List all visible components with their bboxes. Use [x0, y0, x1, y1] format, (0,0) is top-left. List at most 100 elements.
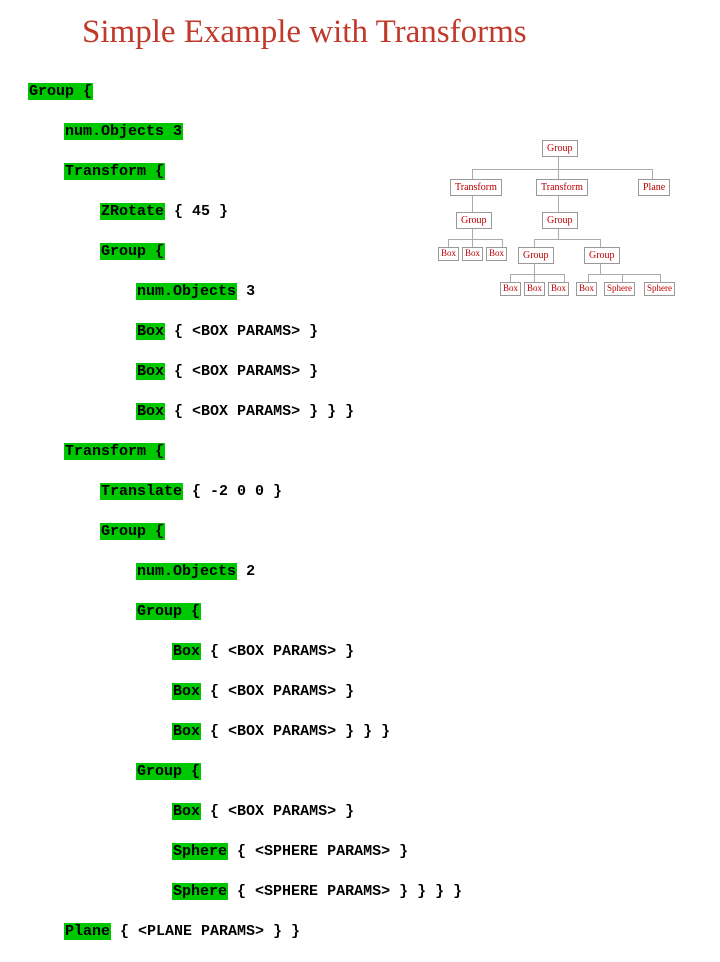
diagram-node-transform: Transform	[536, 179, 588, 196]
hl-keyword: ZRotate	[100, 203, 165, 220]
diagram-edge	[588, 274, 589, 282]
hl-keyword: Plane	[64, 923, 111, 940]
diagram-node-box: Box	[576, 282, 597, 296]
code-line: Box { <BOX PARAMS> }	[28, 362, 462, 382]
code-line: Box { <BOX PARAMS> }	[28, 642, 462, 662]
diagram-edge	[564, 274, 565, 282]
diagram-edge	[448, 239, 449, 247]
diagram-edge	[448, 239, 502, 240]
code-block: Group { num.Objects 3 Transform { ZRotat…	[28, 62, 462, 962]
code-rest: { <PLANE PARAMS> } }	[111, 923, 300, 940]
diagram-edge	[652, 169, 653, 179]
hl-keyword: Group {	[136, 603, 201, 620]
code-line: Translate { -2 0 0 }	[28, 482, 462, 502]
code-line: Group {	[28, 522, 462, 542]
diagram-node-group: Group	[542, 212, 578, 229]
code-line: Group {	[28, 242, 462, 262]
diagram-edge	[558, 169, 559, 179]
code-rest: { <SPHERE PARAMS> }	[228, 843, 408, 860]
scene-graph-diagram: Group Transform Transform Plane Group Gr…	[442, 140, 692, 355]
diagram-node-plane: Plane	[638, 179, 670, 196]
hl-keyword: Group {	[100, 243, 165, 260]
hl-keyword: Group {	[136, 763, 201, 780]
hl-keyword: num.Objects 3	[64, 123, 183, 140]
code-line: num.Objects 2	[28, 562, 462, 582]
hl-keyword: Box	[172, 643, 201, 660]
hl-keyword: Box	[172, 683, 201, 700]
code-line: Box { <BOX PARAMS> }	[28, 322, 462, 342]
diagram-edge	[472, 229, 473, 239]
code-line: Box { <BOX PARAMS> }	[28, 682, 462, 702]
code-line: Plane { <PLANE PARAMS> } }	[28, 922, 462, 942]
hl-keyword: Box	[172, 803, 201, 820]
code-line: num.Objects 3	[28, 282, 462, 302]
hl-keyword: Box	[172, 723, 201, 740]
code-line: Box { <BOX PARAMS> } } }	[28, 722, 462, 742]
diagram-node-box: Box	[524, 282, 545, 296]
diagram-node-box: Box	[486, 247, 507, 261]
diagram-edge	[510, 274, 511, 282]
code-rest: { <BOX PARAMS> }	[165, 363, 318, 380]
diagram-edge	[472, 239, 473, 247]
diagram-node-group: Group	[542, 140, 578, 157]
code-rest: 3	[237, 283, 255, 300]
diagram-node-box: Box	[438, 247, 459, 261]
diagram-edge	[600, 264, 601, 274]
diagram-node-box: Box	[548, 282, 569, 296]
diagram-edge	[622, 274, 623, 282]
code-rest: { <BOX PARAMS> }	[201, 683, 354, 700]
diagram-edge	[558, 157, 559, 169]
hl-keyword: Sphere	[172, 843, 228, 860]
hl-keyword: num.Objects	[136, 563, 237, 580]
slide-title: Simple Example with Transforms	[82, 14, 527, 51]
code-rest: { <BOX PARAMS> }	[201, 643, 354, 660]
hl-keyword: Translate	[100, 483, 183, 500]
code-rest: { <BOX PARAMS> }	[165, 323, 318, 340]
code-line: num.Objects 3	[28, 122, 462, 142]
diagram-node-sphere: Sphere	[644, 282, 675, 296]
diagram-edge	[534, 239, 600, 240]
diagram-node-group: Group	[518, 247, 554, 264]
code-line: Group {	[28, 602, 462, 622]
diagram-edge	[558, 229, 559, 239]
hl-keyword: Group {	[28, 83, 93, 100]
code-line: Group {	[28, 82, 462, 102]
code-rest: { -2 0 0 }	[183, 483, 282, 500]
code-line: Transform {	[28, 162, 462, 182]
diagram-edge	[534, 239, 535, 247]
hl-keyword: Group {	[100, 523, 165, 540]
code-rest: { <SPHERE PARAMS> } } } }	[228, 883, 462, 900]
code-line: Box { <BOX PARAMS> }	[28, 802, 462, 822]
code-line: Sphere { <SPHERE PARAMS> }	[28, 842, 462, 862]
code-rest: { <BOX PARAMS> } } }	[165, 403, 354, 420]
code-line: Transform {	[28, 442, 462, 462]
diagram-node-sphere: Sphere	[604, 282, 635, 296]
diagram-edge	[534, 264, 535, 274]
hl-keyword: Transform {	[64, 163, 165, 180]
diagram-node-box: Box	[462, 247, 483, 261]
code-rest: { 45 }	[165, 203, 228, 220]
code-line: Box { <BOX PARAMS> } } }	[28, 402, 462, 422]
diagram-edge	[502, 239, 503, 247]
diagram-edge	[588, 274, 660, 275]
diagram-node-group: Group	[584, 247, 620, 264]
code-rest: { <BOX PARAMS> }	[201, 803, 354, 820]
diagram-edge	[600, 239, 601, 247]
hl-keyword: Box	[136, 363, 165, 380]
diagram-edge	[472, 169, 473, 179]
diagram-node-transform: Transform	[450, 179, 502, 196]
hl-keyword: num.Objects	[136, 283, 237, 300]
diagram-node-group: Group	[456, 212, 492, 229]
diagram-edge	[510, 274, 564, 275]
diagram-edge	[660, 274, 661, 282]
hl-keyword: Box	[136, 323, 165, 340]
hl-keyword: Sphere	[172, 883, 228, 900]
code-line: Group {	[28, 762, 462, 782]
code-line: Sphere { <SPHERE PARAMS> } } } }	[28, 882, 462, 902]
diagram-edge	[472, 196, 473, 212]
code-line: ZRotate { 45 }	[28, 202, 462, 222]
diagram-edge	[472, 169, 652, 170]
code-rest: { <BOX PARAMS> } } }	[201, 723, 390, 740]
diagram-edge	[558, 196, 559, 212]
hl-keyword: Transform {	[64, 443, 165, 460]
